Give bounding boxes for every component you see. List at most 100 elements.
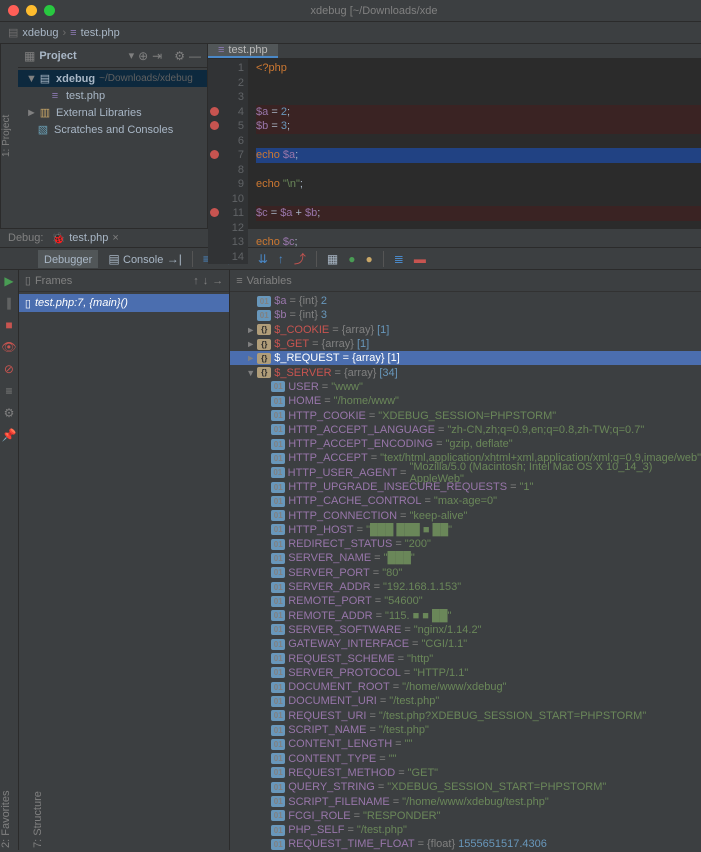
hide-icon[interactable]: — bbox=[189, 49, 201, 63]
tree-item-external-libraries[interactable]: ► ▥ External Libraries bbox=[18, 104, 207, 121]
variable-row[interactable]: 01 REMOTE_PORT = "54600" bbox=[230, 594, 701, 608]
tab-console[interactable]: ▤ Console →| bbox=[108, 252, 181, 266]
pause-icon[interactable]: ∥ bbox=[6, 296, 12, 310]
thread-icon[interactable]: ≡ bbox=[5, 384, 12, 398]
variable-row[interactable]: 01 REQUEST_METHOD = "GET" bbox=[230, 766, 701, 780]
variable-row[interactable]: ►{} $_REQUEST = {array} [1] bbox=[230, 351, 701, 365]
tree-item-scratches[interactable]: ▧ Scratches and Consoles bbox=[18, 121, 207, 138]
debug-session-label: test.php bbox=[69, 232, 108, 244]
variable-row[interactable]: 01 SCRIPT_FILENAME = "/home/www/xdebug/t… bbox=[230, 794, 701, 808]
sidebar-strip-project[interactable]: 1: Project bbox=[0, 44, 18, 228]
variable-row[interactable]: 01 REDIRECT_STATUS = "200" bbox=[230, 537, 701, 551]
chevron-down-icon: ▼ bbox=[26, 73, 34, 85]
maximize-icon[interactable] bbox=[44, 5, 55, 16]
debug-panel: Debug: 🐞 test.php × Debugger ▤ Console →… bbox=[0, 228, 701, 850]
target-icon[interactable]: ⊕ bbox=[138, 49, 148, 63]
variable-row[interactable]: 01 REQUEST_URI = "/test.php?XDEBUG_SESSI… bbox=[230, 709, 701, 723]
variable-row[interactable]: 01 HTTP_COOKIE = "XDEBUG_SESSION=PHPSTOR… bbox=[230, 408, 701, 422]
gear-icon[interactable]: ⚙ bbox=[174, 49, 185, 63]
folder-icon: ▤ bbox=[8, 26, 18, 39]
variable-row[interactable]: 01 SERVER_NAME = "███" bbox=[230, 551, 701, 565]
variable-row[interactable]: ▼{} $_SERVER = {array} [34] bbox=[230, 365, 701, 379]
expand-icon[interactable]: → bbox=[212, 275, 223, 287]
php-icon: 🐞 bbox=[51, 232, 65, 245]
variable-row[interactable]: 01 SERVER_SOFTWARE = "nginx/1.14.2" bbox=[230, 623, 701, 637]
project-panel: ▦ Project ▾ ⊕ ⇥ ⚙ — ▼ ▤ xdebug ~/Downloa… bbox=[18, 44, 208, 228]
pin-icon[interactable]: 📌 bbox=[1, 428, 16, 442]
tree-item-label: External Libraries bbox=[56, 107, 142, 119]
minimize-icon[interactable] bbox=[26, 5, 37, 16]
variable-row[interactable]: 01 DOCUMENT_ROOT = "/home/www/xdebug" bbox=[230, 680, 701, 694]
breadcrumb-root[interactable]: xdebug bbox=[22, 27, 58, 39]
variable-row[interactable]: 01 HTTP_HOST = "███ ███ ■ ██" bbox=[230, 523, 701, 537]
variable-row[interactable]: 01 $b = {int} 3 bbox=[230, 308, 701, 322]
variable-row[interactable]: 01 HTTP_ACCEPT_LANGUAGE = "zh-CN,zh;q=0.… bbox=[230, 423, 701, 437]
variable-row[interactable]: 01 HTTP_USER_AGENT = "Mozilla/5.0 (Macin… bbox=[230, 466, 701, 480]
close-icon[interactable] bbox=[8, 5, 19, 16]
frame-row[interactable]: ▯ test.php:7, {main}() bbox=[19, 294, 229, 312]
scratch-icon: ▧ bbox=[36, 123, 50, 136]
sidebar-favorites[interactable]: 2: Favorites bbox=[0, 656, 12, 848]
resume-icon[interactable]: ▶ bbox=[4, 274, 13, 288]
code[interactable]: <?php$a = 2;$b = 3;echo $a;echo "\n";$c … bbox=[248, 59, 701, 264]
variable-row[interactable]: 01 $a = {int} 2 bbox=[230, 294, 701, 308]
variable-row[interactable]: 01 SCRIPT_NAME = "/test.php" bbox=[230, 723, 701, 737]
frames-column: ▯ Frames ↑ ↓ → ▯ test.php:7, {main}() bbox=[19, 270, 230, 850]
variable-row[interactable]: 01 USER = "www" bbox=[230, 380, 701, 394]
sidebar-structure[interactable]: 7: Structure bbox=[32, 656, 44, 848]
debug-session-tab[interactable]: 🐞 test.php × bbox=[51, 232, 118, 245]
variable-row[interactable]: 01 REMOTE_ADDR = "115. ■ ■ ██" bbox=[230, 609, 701, 623]
variable-row[interactable]: 01 SERVER_ADDR = "192.168.1.153" bbox=[230, 580, 701, 594]
variable-row[interactable]: 01 SERVER_PROTOCOL = "HTTP/1.1" bbox=[230, 666, 701, 680]
tree-root-path: ~/Downloads/xdebug bbox=[99, 73, 193, 84]
variable-row[interactable]: 01 CONTENT_TYPE = "" bbox=[230, 752, 701, 766]
variables-icon: ≡ bbox=[236, 275, 242, 287]
variable-row[interactable]: 01 CONTENT_LENGTH = "" bbox=[230, 737, 701, 751]
variable-row[interactable]: 01 REQUEST_TIME_FLOAT = {float} 15556515… bbox=[230, 837, 701, 850]
variable-row[interactable]: 01 HOME = "/home/www" bbox=[230, 394, 701, 408]
folder-icon: ▤ bbox=[38, 72, 52, 85]
variable-row[interactable]: 01 FCGI_ROLE = "RESPONDER" bbox=[230, 809, 701, 823]
settings-icon[interactable]: ⚙ bbox=[4, 406, 15, 420]
editor-area: ≡ test.php 1234567891011121314 <?php$a =… bbox=[208, 44, 701, 228]
frames-title: Frames bbox=[35, 275, 72, 287]
variable-row[interactable]: 01 REQUEST_SCHEME = "http" bbox=[230, 651, 701, 665]
variable-row[interactable]: 01 HTTP_CACHE_CONTROL = "max-age=0" bbox=[230, 494, 701, 508]
editor-tab-label: test.php bbox=[228, 44, 267, 56]
variable-row[interactable]: 01 HTTP_CONNECTION = "keep-alive" bbox=[230, 508, 701, 522]
window-controls bbox=[8, 5, 55, 16]
chevron-right-icon: ► bbox=[26, 107, 34, 119]
up-icon[interactable]: ↑ bbox=[193, 275, 199, 287]
frame-icon: ▯ bbox=[25, 297, 31, 310]
frames-icon: ▯ bbox=[25, 274, 31, 287]
variable-row[interactable]: 01 PHP_SELF = "/test.php" bbox=[230, 823, 701, 837]
project-title: Project bbox=[39, 50, 124, 62]
library-icon: ▥ bbox=[38, 106, 52, 119]
editor-tab-test-php[interactable]: ≡ test.php bbox=[208, 44, 278, 58]
variable-row[interactable]: 01 GATEWAY_INTERFACE = "CGI/1.1" bbox=[230, 637, 701, 651]
collapse-icon[interactable]: ⇥ bbox=[152, 49, 162, 63]
variable-row[interactable]: 01 DOCUMENT_URI = "/test.php" bbox=[230, 694, 701, 708]
variable-row[interactable]: ►{} $_GET = {array} [1] bbox=[230, 337, 701, 351]
tree-item-test-php[interactable]: ≡ test.php bbox=[18, 87, 207, 104]
down-icon[interactable]: ↓ bbox=[203, 275, 209, 287]
breadcrumb-file[interactable]: test.php bbox=[81, 27, 120, 39]
variable-row[interactable]: 01 SERVER_PORT = "80" bbox=[230, 566, 701, 580]
php-icon: ≡ bbox=[48, 90, 62, 102]
stop-icon[interactable]: ■ bbox=[5, 318, 12, 332]
frames-header: ▯ Frames ↑ ↓ → bbox=[19, 270, 229, 292]
mute-icon[interactable]: ⊘ bbox=[4, 362, 14, 376]
variable-row[interactable]: ►{} $_COOKIE = {array} [1] bbox=[230, 323, 701, 337]
variable-row[interactable]: 01 HTTP_ACCEPT_ENCODING = "gzip, deflate… bbox=[230, 437, 701, 451]
variables-title: Variables bbox=[247, 275, 292, 287]
close-icon[interactable]: × bbox=[112, 232, 118, 244]
tree-root[interactable]: ▼ ▤ xdebug ~/Downloads/xdebug bbox=[18, 70, 207, 87]
tab-debugger[interactable]: Debugger bbox=[38, 250, 98, 268]
view-breakpoints-icon[interactable]: 👁 bbox=[1, 340, 16, 354]
gutter[interactable]: 1234567891011121314 bbox=[208, 59, 248, 264]
variable-row[interactable]: 01 QUERY_STRING = "XDEBUG_SESSION_START=… bbox=[230, 780, 701, 794]
variables-body[interactable]: 01 $a = {int} 201 $b = {int} 3►{} $_COOK… bbox=[230, 292, 701, 850]
editor[interactable]: 1234567891011121314 <?php$a = 2;$b = 3;e… bbox=[208, 59, 701, 264]
variables-header: ≡ Variables bbox=[230, 270, 701, 292]
dropdown-icon[interactable]: ▾ bbox=[129, 49, 135, 62]
